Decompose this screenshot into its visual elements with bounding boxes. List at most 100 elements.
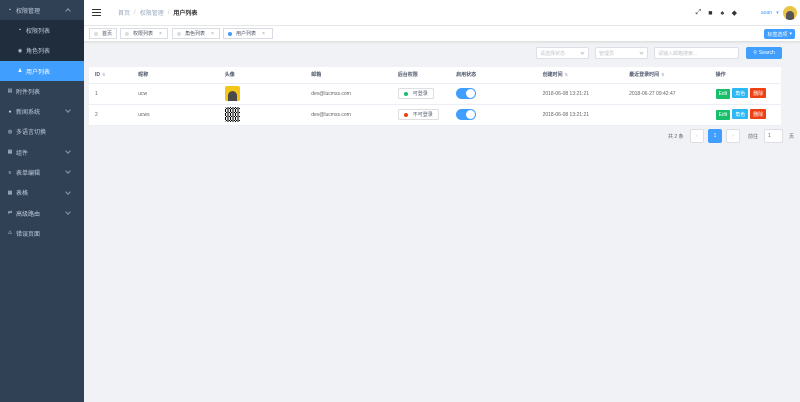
- sidebar-item-form[interactable]: ≡ 表单编辑: [0, 162, 84, 182]
- email-search-input[interactable]: 请输入邮箱搜索...: [654, 47, 739, 59]
- chevron-down-icon: [65, 148, 71, 154]
- tag-options-button[interactable]: 标签选项 ▾: [764, 29, 795, 39]
- sidebar-item-user-list[interactable]: ♟ 用户列表: [0, 60, 84, 82]
- column-header-id[interactable]: ID ⇅: [89, 67, 133, 84]
- tag-dot: [177, 31, 181, 36]
- status-select[interactable]: 请选择状态: [536, 47, 589, 59]
- hamburger-icon[interactable]: [92, 9, 101, 16]
- avatar[interactable]: [783, 6, 797, 20]
- role-button[interactable]: 角色: [732, 88, 749, 99]
- enabled-toggle[interactable]: [456, 109, 477, 120]
- users-icon: ♟: [17, 68, 23, 75]
- tag-dot: [228, 31, 232, 36]
- table-row: 1 ucw dev@lucmss.com 可登录 2018-06-08 13:2…: [89, 83, 781, 105]
- chevron-down-icon: [65, 107, 71, 114]
- attachment-icon: ▤: [7, 88, 13, 95]
- enabled-toggle[interactable]: [456, 88, 477, 99]
- edit-button[interactable]: Edit: [715, 109, 731, 120]
- sidebar-item-role-list[interactable]: ◉ 角色列表: [0, 40, 84, 61]
- cell-last-login: [623, 104, 710, 126]
- sidebar-item-language[interactable]: ◍ 多语言切换: [0, 122, 84, 142]
- status-dot: [403, 112, 408, 117]
- goto-label: 前往: [748, 134, 759, 140]
- sidebar-item-components[interactable]: ▦ 组件: [0, 142, 84, 162]
- search-button-label: Search: [758, 50, 775, 56]
- permission-badge: 不可登录: [397, 109, 439, 120]
- sidebar-item-permission-list[interactable]: ▪ 权限列表: [0, 20, 84, 41]
- permission-label: 不可登录: [412, 112, 433, 118]
- theme-icon[interactable]: ◆: [731, 10, 738, 17]
- breadcrumb-separator: /: [134, 9, 136, 16]
- column-header-permission: 后台权限: [391, 67, 451, 84]
- tag-permission-list[interactable]: 权限列表 ×: [120, 28, 168, 39]
- lock-icon[interactable]: ■: [707, 10, 714, 17]
- cell-actions: Edit 角色 删除: [709, 104, 781, 126]
- sidebar-item-table[interactable]: ▦ 表格: [0, 183, 84, 203]
- role-select[interactable]: 管理员: [595, 47, 648, 59]
- column-header-status: 启用状态: [450, 67, 537, 84]
- role-button[interactable]: 角色: [732, 109, 749, 120]
- sidebar-item-label: 表单编辑: [16, 171, 41, 178]
- fullscreen-icon[interactable]: ⤢: [695, 9, 702, 17]
- column-header-nick: 昵称: [132, 67, 219, 84]
- column-header-actions: 操作: [709, 67, 781, 84]
- tag-label: 首页: [102, 31, 113, 37]
- tag-home[interactable]: 首页: [89, 28, 117, 39]
- edit-button[interactable]: Edit: [715, 88, 731, 99]
- user-name[interactable]: aoan: [761, 10, 772, 16]
- delete-button[interactable]: 删除: [750, 88, 767, 99]
- cell-permission: 不可登录: [391, 104, 451, 126]
- column-header-created[interactable]: 创建时间 ⇅: [536, 67, 624, 84]
- breadcrumb-item[interactable]: 首页: [118, 8, 130, 17]
- avatar: [224, 86, 240, 101]
- permission-badge: 可登录: [397, 88, 434, 99]
- caret-down-icon[interactable]: ▾: [774, 10, 781, 17]
- breadcrumb: 首页 / 权限管理 / 用户列表: [118, 8, 197, 18]
- cell-permission: 可登录: [391, 83, 451, 105]
- tag-dot: [125, 31, 129, 36]
- sidebar-item-attachments[interactable]: ▤ 附件列表: [0, 81, 84, 101]
- breadcrumb-item[interactable]: 权限管理: [140, 8, 164, 17]
- sidebar-item-label: 新闻系统: [16, 110, 41, 117]
- search-button[interactable]: ⚲ Search: [746, 47, 782, 59]
- sidebar-item-label: 权限列表: [26, 28, 51, 35]
- sidebar-item-label: 表格: [16, 191, 29, 198]
- tag-role-list[interactable]: 角色列表 ×: [172, 28, 220, 39]
- close-icon[interactable]: ×: [159, 31, 162, 37]
- table-header-row: ID ⇅ 昵称 头像 邮箱 后台权限 启用状态 创建时间 ⇅ 最近登录时间 ⇅ 操作: [89, 67, 781, 84]
- tag-user-list[interactable]: 用户列表 ×: [223, 28, 273, 39]
- sidebar-item-routing[interactable]: ⇄ 高级路由: [0, 203, 84, 223]
- status-select-placeholder: 请选择状态: [540, 50, 566, 57]
- sort-icon: ⇅: [661, 72, 665, 78]
- cell-avatar: [218, 104, 306, 126]
- cell-id: 1: [89, 83, 133, 105]
- tag-label: 用户列表: [236, 31, 257, 37]
- close-icon[interactable]: ×: [211, 31, 214, 37]
- chevron-down-icon: [580, 50, 585, 55]
- close-icon[interactable]: ×: [262, 31, 265, 37]
- delete-button[interactable]: 删除: [750, 109, 767, 120]
- prev-page-button[interactable]: ‹: [690, 129, 704, 143]
- goto-page-input[interactable]: 1: [764, 129, 783, 143]
- sidebar-item-news[interactable]: ● 新闻系统: [0, 101, 84, 121]
- sort-icon: ⇅: [102, 71, 106, 77]
- eye-icon: ◉: [17, 47, 23, 54]
- cell-created: 2018-06-08 13:21:21: [536, 104, 624, 126]
- pagination-total: 共 2 条: [668, 134, 684, 140]
- sidebar-item-label: 多语言切换: [16, 130, 47, 137]
- cell-id: 2: [89, 104, 133, 126]
- next-page-button[interactable]: ›: [726, 129, 740, 143]
- sidebar-item-permission[interactable]: ▪ 权限管理: [0, 0, 84, 21]
- chevron-down-icon: [65, 188, 71, 195]
- tag-label: 权限列表: [133, 31, 154, 37]
- caret-down-icon: ▾: [789, 31, 792, 37]
- sidebar-item-error-page[interactable]: ⚠ 错误页面: [0, 223, 84, 243]
- permission-label: 可登录: [412, 91, 428, 97]
- bell-icon[interactable]: ♠: [719, 10, 726, 17]
- sidebar-item-label: 用户列表: [26, 69, 51, 76]
- form-icon: ≡: [8, 169, 12, 176]
- search-icon: ⚲: [753, 50, 757, 56]
- page-button[interactable]: 1: [708, 129, 722, 143]
- column-header-last-login[interactable]: 最近登录时间 ⇅: [623, 67, 710, 84]
- news-icon: ●: [8, 108, 12, 115]
